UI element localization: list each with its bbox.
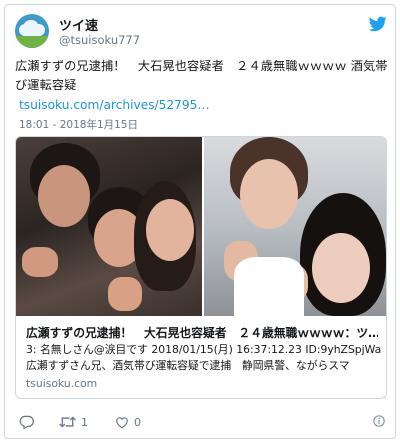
- info-icon[interactable]: [373, 415, 385, 427]
- retweet-icon: [59, 416, 76, 428]
- display-name[interactable]: ツイ速: [59, 15, 98, 34]
- tweet-timestamp[interactable]: 18:01 - 2018年1月15日: [19, 117, 138, 132]
- retweet-button[interactable]: 1: [59, 413, 88, 431]
- tweet-text: 広瀬すずの兄逮捕！ 大石晃也容疑者 ２４歳無職ｗｗｗｗ 酒気帯び運転容疑: [15, 59, 388, 92]
- card-photo-left: [16, 137, 202, 316]
- like-heart-icon: [116, 416, 128, 428]
- card-photo-right: [204, 137, 386, 316]
- card-domain: tsuisoku.com: [26, 377, 98, 390]
- link-card[interactable]: 広瀬すずの兄逮捕！ 大石晃也容疑者 ２４歳無職ｗｗｗｗ：ツ… 3: 名無しさん@…: [15, 136, 387, 399]
- tweet-header: ツイ速 @tsuisoku777: [15, 14, 387, 50]
- reply-icon: [19, 415, 34, 429]
- tweet-link[interactable]: tsuisoku.com/archives/52795…: [19, 98, 210, 112]
- avatar[interactable]: [15, 14, 49, 48]
- card-description: 3: 名無しさん@涙目です 2018/01/15(月) 16:37:12.23 …: [26, 342, 382, 373]
- card-image[interactable]: [16, 137, 386, 316]
- card-description-line: 3: 名無しさん@涙目です 2018/01/15(月) 16:37:12.23 …: [26, 343, 382, 356]
- like-count: 0: [134, 415, 141, 429]
- like-button[interactable]: 0: [115, 413, 141, 431]
- user-handle[interactable]: @tsuisoku777: [59, 33, 140, 47]
- embedded-tweet: ツイ速 @tsuisoku777 広瀬すずの兄逮捕！ 大石晃也容疑者 ２４歳無職…: [4, 4, 396, 439]
- card-description-line: 広瀬すずさん兄、酒気帯び運転容疑で逮捕 静岡県警、ながらスマ: [26, 358, 350, 372]
- card-title[interactable]: 広瀬すずの兄逮捕！ 大石晃也容疑者 ２４歳無職ｗｗｗｗ：ツ…: [26, 324, 378, 341]
- retweet-count: 1: [81, 415, 88, 429]
- tweet-actions: 1 0: [19, 413, 389, 431]
- reply-button[interactable]: [19, 413, 39, 431]
- twitter-bird-icon[interactable]: [369, 16, 387, 32]
